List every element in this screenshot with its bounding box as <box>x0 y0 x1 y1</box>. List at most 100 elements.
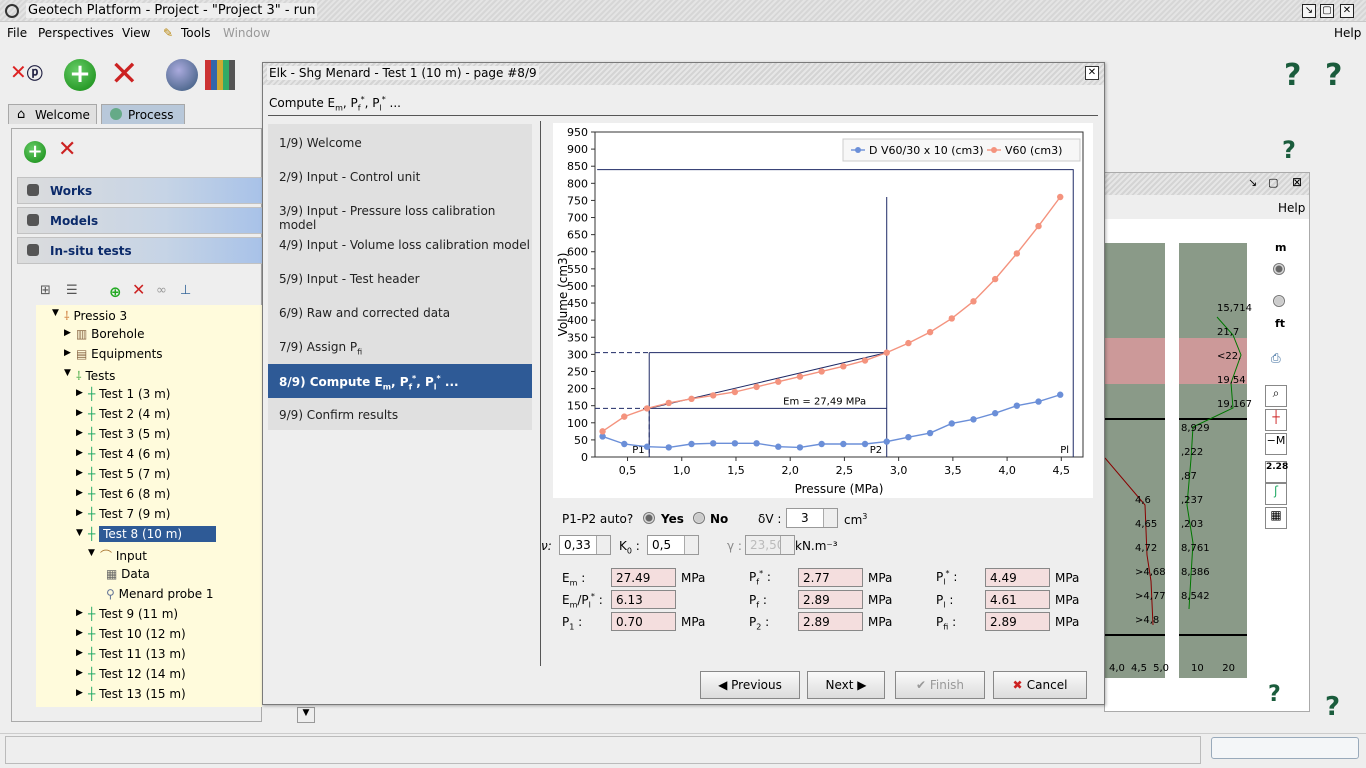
printer-icon[interactable]: ⎙ <box>1271 351 1281 366</box>
curve-icon[interactable]: ʃ <box>1265 483 1287 505</box>
collapse-tree-icon[interactable]: ☰ <box>66 283 78 298</box>
unit-m-radio[interactable] <box>1273 263 1285 275</box>
log-view-help-icon[interactable]: ? <box>1268 682 1281 707</box>
add-test-icon[interactable]: ⊕ <box>109 283 122 301</box>
menu-view[interactable]: View <box>122 26 150 40</box>
tab-process[interactable]: Process <box>101 104 185 124</box>
dialog-close-icon[interactable]: ✕ <box>1085 66 1099 80</box>
em-pl-value: 6.13 <box>611 590 676 609</box>
p2-value: 2.89 <box>798 612 863 631</box>
panel-help-icon[interactable]: ? <box>1282 136 1296 164</box>
tree-node-probe[interactable]: ⚲ Menard probe 1 <box>106 587 214 601</box>
maximize-icon[interactable]: ▢ <box>1268 176 1278 189</box>
tree-node-test[interactable]: ▶ ┼ Test 1 (3 m) <box>76 387 170 401</box>
tree-node-test[interactable]: ▶ ┼ Test 3 (5 m) <box>76 427 170 441</box>
tree-node-test[interactable]: ▶ ┼ Test 2 (4 m) <box>76 407 170 421</box>
previous-button[interactable]: ◀ Previous <box>700 671 800 699</box>
chart-svg: 0 50 100 150 200 250 300 350 400 450 500 550 600 650 7… <box>556 126 1084 496</box>
maximize-window-icon[interactable]: ▢ <box>1320 4 1334 18</box>
menu-window[interactable]: Window <box>223 26 270 40</box>
series-point-1 <box>948 315 955 322</box>
tree-node-test[interactable]: ▶ ┼ Test 13 (15 m) <box>76 687 186 701</box>
globe-icon[interactable] <box>166 59 198 91</box>
home-icon: ⌂ <box>17 107 26 122</box>
close-icon[interactable]: ⊠ <box>1292 175 1302 189</box>
add-icon[interactable]: + <box>64 59 96 91</box>
tree-node-test[interactable]: ▶ ┼ Test 10 (12 m) <box>76 627 186 641</box>
tree-node-test[interactable]: ▶ ┼ Test 7 (9 m) <box>76 507 170 521</box>
close-window-icon[interactable]: ✕ <box>1340 4 1354 18</box>
tab-welcome[interactable]: ⌂ Welcome <box>8 104 97 124</box>
log-help-menu[interactable]: Help <box>1278 201 1305 215</box>
context-help-icon[interactable]: ? <box>1325 58 1342 93</box>
step-welcome[interactable]: 1/9) Welcome <box>268 126 532 160</box>
stamp-icon[interactable]: ⊥ <box>180 283 191 298</box>
minimize-window-icon[interactable]: ↘ <box>1302 4 1316 18</box>
x-tick-label: 3,5 <box>944 464 962 477</box>
tree-node-data[interactable]: ▦ Data <box>106 567 150 581</box>
tree-node-test[interactable]: ▶ ┼ Test 11 (13 m) <box>76 647 186 661</box>
y-tick-label: 400 <box>567 314 588 327</box>
step-compute[interactable]: 8/9) Compute Em, Pf*, Pl* ... <box>268 364 532 398</box>
section-models[interactable]: Models <box>17 207 263 234</box>
expand-tree-icon[interactable]: ⊞ <box>40 283 51 298</box>
series-point-0 <box>861 440 869 448</box>
menu-perspectives[interactable]: Perspectives <box>38 26 114 40</box>
tree-node-test[interactable]: ▶ ┼ Test 12 (14 m) <box>76 667 186 681</box>
grid-icon[interactable]: ▦ <box>1265 507 1287 529</box>
step-assign-pfi[interactable]: 7/9) Assign Pfi <box>268 330 532 364</box>
x-tick-label: 1,0 <box>673 464 691 477</box>
em-annotation: Em = 27,49 MPa <box>783 396 866 407</box>
section-insitu-tests[interactable]: In-situ tests <box>17 237 263 264</box>
tree-node-test[interactable]: ▶ ┼ Test 9 (11 m) <box>76 607 178 621</box>
pressure-volume-chart: 0 50 100 150 200 250 300 350 400 450 500 550 600 650 7… <box>553 123 1093 498</box>
minimize-icon[interactable]: ↘ <box>1248 176 1257 189</box>
delta-v-spinner[interactable]: 3 <box>786 508 838 528</box>
k0-spinner[interactable]: 0,5 <box>647 535 699 555</box>
menu-file[interactable]: File <box>7 26 27 40</box>
next-button[interactable]: Next ▶ <box>807 671 885 699</box>
menu-help[interactable]: Help <box>1334 26 1361 40</box>
cancel-button[interactable]: ✖ Cancel <box>993 671 1087 699</box>
section-works[interactable]: Works <box>17 177 263 204</box>
cursor-icon[interactable]: ┼ <box>1265 409 1287 431</box>
close-project-icon[interactable]: ✕ⓟ <box>10 60 44 90</box>
nu-spinner[interactable]: 0,33 <box>559 535 611 555</box>
step-pressure-loss[interactable]: 3/9) Input - Pressure loss calibration m… <box>268 194 532 232</box>
process-icon <box>110 108 122 120</box>
step-control-unit[interactable]: 2/9) Input - Control unit <box>268 160 532 194</box>
measure-icon[interactable]: −M <box>1265 433 1287 455</box>
series-point-0 <box>1057 391 1064 398</box>
unit-ft-radio[interactable] <box>1273 295 1285 307</box>
step-test-header[interactable]: 5/9) Input - Test header <box>268 262 532 296</box>
p1p2-yes-radio[interactable] <box>643 512 655 524</box>
binoculars-icon[interactable]: ∞ <box>156 283 167 298</box>
zoom-icon[interactable]: ⌕ <box>1265 385 1287 407</box>
remove-test-icon[interactable]: ✕ <box>132 280 145 299</box>
tree-node-test[interactable]: ▶ ┼ Test 4 (6 m) <box>76 447 170 461</box>
add-icon[interactable]: + <box>24 141 46 163</box>
tree-node-borehole[interactable]: ▶ ▥ Borehole <box>64 327 144 341</box>
finish-button[interactable]: ✔ Finish <box>895 671 985 699</box>
tree-node-test-selected[interactable]: ▼ ┼ Test 8 (10 m) <box>76 526 217 542</box>
tree-node-tests[interactable]: ▼ ⸸ Tests <box>64 367 115 384</box>
step-raw-data[interactable]: 6/9) Raw and corrected data <box>268 296 532 330</box>
delete-icon[interactable]: ✕ <box>110 54 139 94</box>
pfi-value: 2.89 <box>985 612 1050 631</box>
menu-tools[interactable]: Tools <box>181 26 211 40</box>
scale-value[interactable]: 2.28 <box>1265 461 1288 483</box>
books-icon[interactable] <box>205 60 235 90</box>
tree-scroll-down-icon[interactable]: ▼ <box>297 707 315 723</box>
tab-process-label: Process <box>128 108 174 122</box>
bottom-help-icon[interactable]: ? <box>1325 692 1340 722</box>
tree-node-test[interactable]: ▶ ┼ Test 5 (7 m) <box>76 467 170 481</box>
delete-icon[interactable]: ✕ <box>58 137 76 162</box>
tree-node-pressio[interactable]: ▼ ⸸ Pressio 3 <box>52 307 127 324</box>
step-confirm[interactable]: 9/9) Confirm results <box>268 398 532 432</box>
help-icon[interactable]: ? <box>1284 58 1301 93</box>
step-volume-loss[interactable]: 4/9) Input - Volume loss calibration mod… <box>268 228 532 262</box>
tree-node-input[interactable]: ▼ ⌒ Input <box>88 547 147 564</box>
tree-node-test[interactable]: ▶ ┼ Test 6 (8 m) <box>76 487 170 501</box>
p1p2-no-radio[interactable] <box>693 512 705 524</box>
tree-node-equipments[interactable]: ▶ ▤ Equipments <box>64 347 163 361</box>
